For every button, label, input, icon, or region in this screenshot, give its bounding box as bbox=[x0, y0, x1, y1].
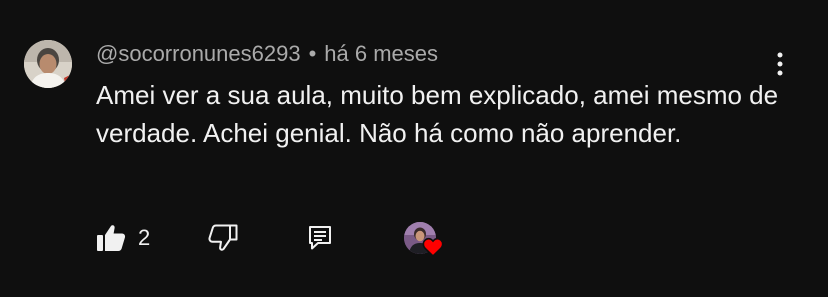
creator-heart bbox=[402, 220, 444, 258]
like-button[interactable]: 2 bbox=[96, 220, 150, 256]
comment-thread: @socorronunes6293 • há 6 meses Amei ver … bbox=[0, 0, 828, 297]
reply-icon bbox=[309, 226, 331, 250]
header-separator: • bbox=[308, 41, 317, 66]
dislike-button[interactable] bbox=[208, 220, 238, 256]
author-name[interactable]: @socorronunes6293 bbox=[96, 41, 301, 67]
reply-button[interactable] bbox=[308, 220, 332, 256]
like-count: 2 bbox=[138, 225, 151, 250]
more-vertical-icon bbox=[777, 52, 783, 76]
comment-header: @socorronunes6293 • há 6 meses bbox=[96, 40, 438, 68]
heart-icon bbox=[422, 237, 444, 258]
comment-timestamp[interactable]: há 6 meses bbox=[324, 41, 438, 67]
comment-text: Amei ver a sua aula, muito bem explicado… bbox=[96, 80, 779, 148]
thumbs-up-icon bbox=[97, 225, 126, 251]
thumbs-down-icon bbox=[208, 224, 238, 251]
author-avatar[interactable] bbox=[24, 40, 72, 88]
